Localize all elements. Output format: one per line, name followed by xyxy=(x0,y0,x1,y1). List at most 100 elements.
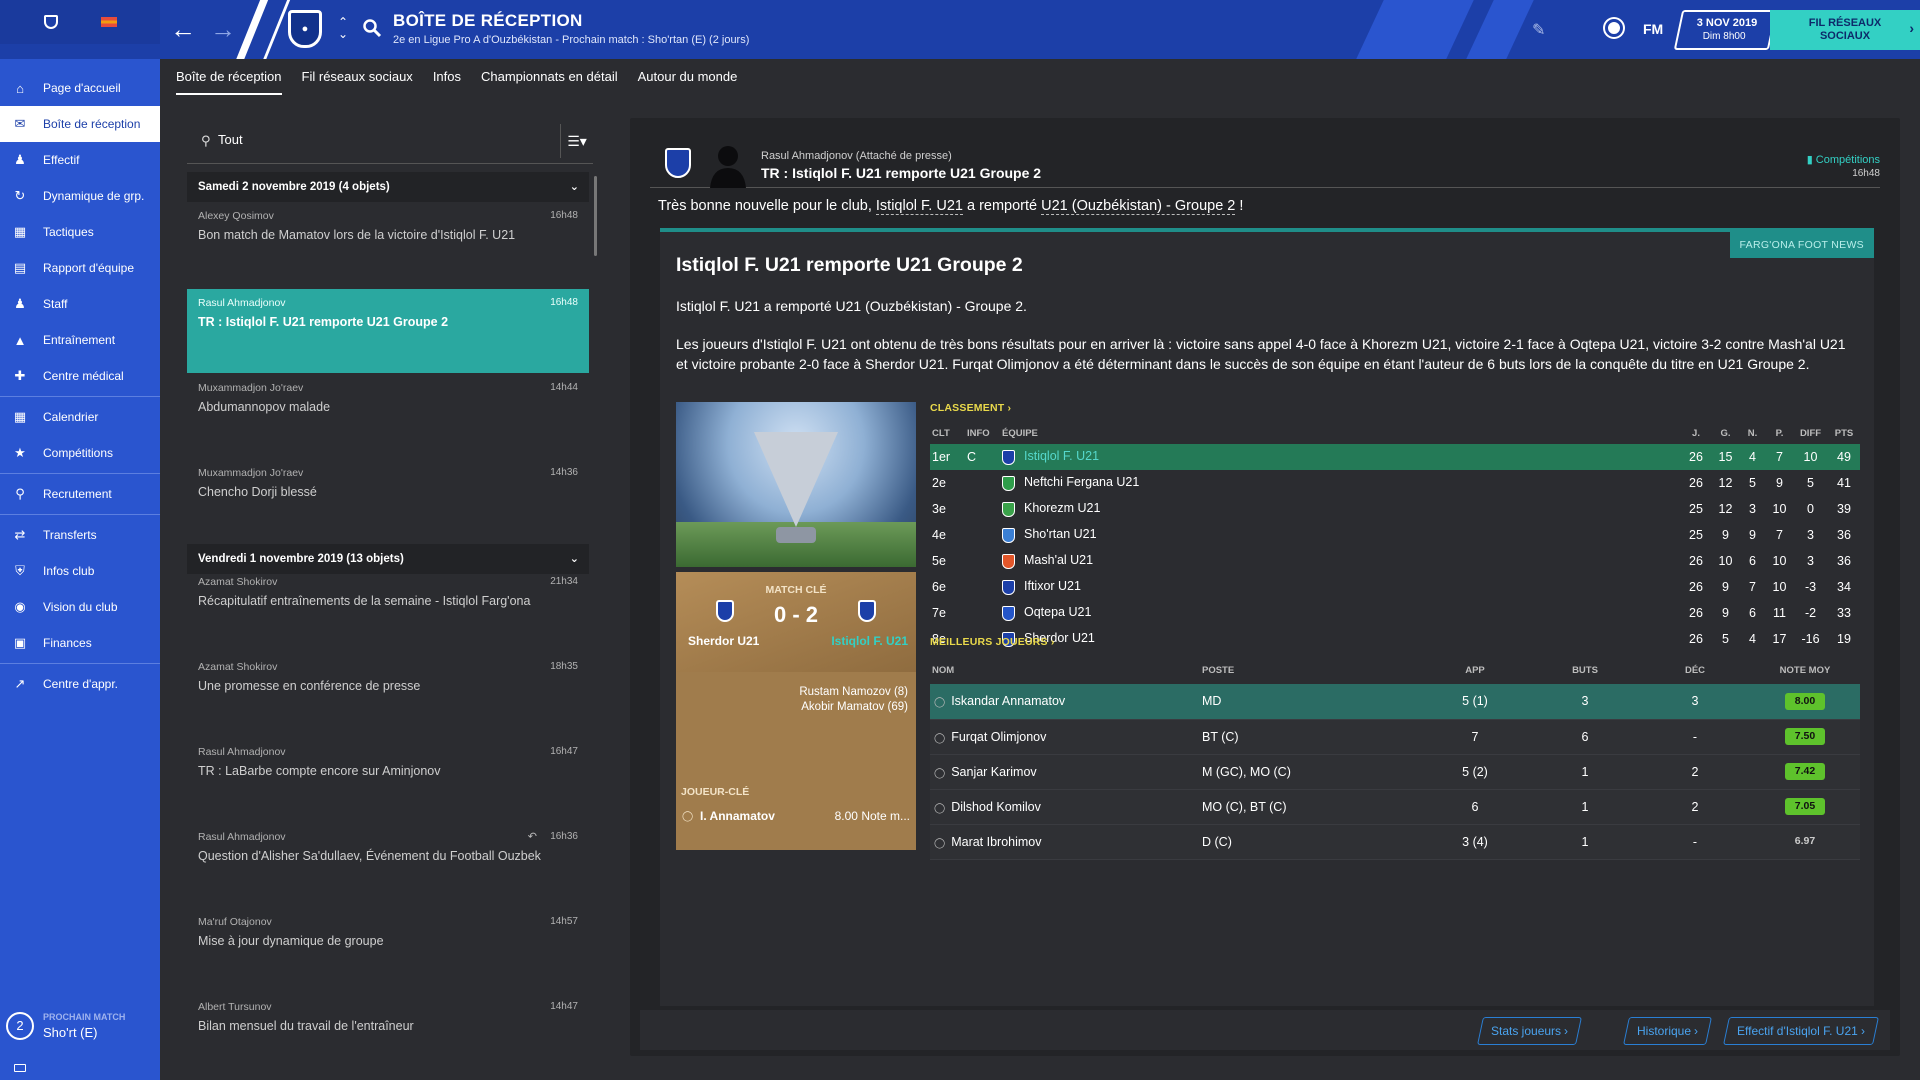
next-match-widget[interactable]: 2 PROCHAIN MATCH Sho'rt (E) xyxy=(0,1006,160,1046)
sidebar-item-home[interactable]: ⌂ Page d'accueil xyxy=(0,70,160,106)
player-name-text[interactable]: Sanjar Karimov xyxy=(951,765,1036,779)
sidebar-item-tactics[interactable]: ▦ Tactiques xyxy=(0,214,160,250)
tab-news[interactable]: Infos xyxy=(433,59,461,95)
inbox-message[interactable]: Azamat Shokirov 18h35 Une promesse en conf… xyxy=(187,653,589,737)
social-feed-button[interactable]: FIL RÉSEAUX SOCIAUX › xyxy=(1770,10,1920,50)
col-header[interactable]: N. xyxy=(1739,422,1766,444)
sidebar-item-transfers[interactable]: ⇄ Transferts xyxy=(0,517,160,553)
standing-team[interactable]: Iftixor U21 xyxy=(1000,574,1680,600)
col-header[interactable]: CLT xyxy=(930,422,965,444)
standings-row[interactable]: 5e Mash'al U21 26 10 6 10 3 36 xyxy=(930,548,1860,574)
sidebar-item-club-info[interactable]: ⛨ Infos club xyxy=(0,553,160,589)
inbox-message[interactable]: Rasul Ahmadjonov 16h47 TR : LaBarbe compte… xyxy=(187,738,589,822)
scorer[interactable]: Rustam Namozov (8) xyxy=(799,685,908,700)
club-squad-button[interactable]: Effectif d'Istiqlol F. U21 › xyxy=(1723,1017,1880,1045)
sidebar-item-scouting[interactable]: ⚲ Recrutement xyxy=(0,476,160,512)
team-name[interactable]: Istiqlol F. U21 xyxy=(1024,449,1099,463)
fm-logo[interactable]: FM xyxy=(1643,21,1663,37)
player-name-text[interactable]: Marat Ibrohimov xyxy=(951,835,1041,849)
chevron-down-icon[interactable]: ⌄ xyxy=(570,172,579,202)
continue-date-button[interactable]: 3 NOV 2019 Dim 8h00 xyxy=(1673,10,1778,50)
inbox-filter[interactable]: ⚲ Tout ☰▾ xyxy=(187,118,593,164)
standing-team[interactable]: Mash'al U21 xyxy=(1000,548,1680,574)
keyboard-icon[interactable] xyxy=(14,1064,26,1072)
col-header[interactable]: ÉQUIPE xyxy=(1000,422,1680,444)
player-name[interactable]: ◯ Marat Ibrohimov xyxy=(930,824,1200,860)
football-icon[interactable] xyxy=(1605,19,1623,37)
col-header[interactable]: INFO xyxy=(965,422,1000,444)
sender-avatar[interactable] xyxy=(708,140,748,188)
club-shield-icon[interactable] xyxy=(43,15,58,29)
inbox-message[interactable]: Muxammadjon Jo'raev 14h36 Chencho Dorji bl… xyxy=(187,459,589,543)
top-players-title[interactable]: MEILLEURS JOUEURS › xyxy=(930,636,1860,656)
sidebar-item-team-report[interactable]: ▤ Rapport d'équipe xyxy=(0,250,160,286)
nation-flag-icon[interactable] xyxy=(100,17,117,27)
sidebar-item-calendar[interactable]: ▦ Calendrier xyxy=(0,399,160,435)
sidebar-item-training[interactable]: ▲ Entraînement xyxy=(0,322,160,358)
sidebar-item-dynamics[interactable]: ↻ Dynamique de grp. xyxy=(0,178,160,214)
standings-row[interactable]: 7e Oqtepa U21 26 9 6 11 -2 33 xyxy=(930,600,1860,626)
player-row[interactable]: ◯ Furqat Olimjonov BT (C) 7 6- 7.50 xyxy=(930,719,1860,755)
inbox-message[interactable]: Azamat Shokirov 21h34 Récapitulatif entraî… xyxy=(187,568,589,652)
player-name[interactable]: ◯ Sanjar Karimov xyxy=(930,754,1200,790)
col-header[interactable]: DIFF xyxy=(1793,422,1828,444)
col-header[interactable]: PTS xyxy=(1828,422,1860,444)
history-button[interactable]: Historique › xyxy=(1623,1017,1713,1045)
player-row[interactable]: ◯ Dilshod Komilov MO (C), BT (C) 6 1 2 7.05 xyxy=(930,789,1860,825)
sidebar-item-staff[interactable]: ♟ Staff xyxy=(0,286,160,322)
club-link[interactable]: Istiqlol F. U21 xyxy=(875,198,963,215)
player-name[interactable]: ◯ Furqat Olimjonov xyxy=(930,719,1200,755)
player-row[interactable]: ◯ Marat Ibrohimov D (C) 3 (4) 1- 6.97 xyxy=(930,824,1860,860)
col-header[interactable]: DÉC xyxy=(1640,656,1750,684)
key-match-card[interactable]: MATCH CLÉ 0 - 2 Sherdor U21 Istiqlol F. … xyxy=(676,572,916,850)
sidebar-item-competitions[interactable]: ★ Compétitions xyxy=(0,435,160,471)
inbox-message[interactable]: Ma'ruf Otajonov 14h57 Mise à jour dynamiqu… xyxy=(187,908,589,992)
player-name[interactable]: ◯ Dilshod Komilov xyxy=(930,789,1200,825)
standings-row[interactable]: 6e Iftixor U21 26 9 7 10 -3 34 xyxy=(930,574,1860,600)
player-name[interactable]: ◯ Iskandar Annamatov xyxy=(930,684,1200,720)
message-sender[interactable]: Rasul Ahmadjonov (Attaché de presse) xyxy=(761,150,952,162)
key-player-name[interactable]: I. Annamatov xyxy=(700,809,775,823)
col-header[interactable]: P. xyxy=(1766,422,1793,444)
team-name[interactable]: Oqtepa U21 xyxy=(1024,605,1091,619)
sidebar-item-finances[interactable]: ▣ Finances xyxy=(0,625,160,661)
team-name[interactable]: Mash'al U21 xyxy=(1024,553,1093,567)
forward-button[interactable]: → xyxy=(208,14,238,44)
standing-team[interactable]: Sho'rtan U21 xyxy=(1000,522,1680,548)
tab-around-world[interactable]: Autour du monde xyxy=(638,59,738,95)
tab-social-feed[interactable]: Fil réseaux sociaux xyxy=(302,59,413,95)
inbox-message[interactable]: Muxammadjon Jo'raev 14h44 Abdumannopov mal… xyxy=(187,374,589,458)
standing-team[interactable]: Neftchi Fergana U21 xyxy=(1000,470,1680,496)
competition-link[interactable]: U21 (Ouzbékistan) - Groupe 2 xyxy=(1041,198,1236,215)
group-header[interactable]: Samedi 2 novembre 2019 (4 objets) ⌄ xyxy=(187,172,589,202)
standings-row[interactable]: 1er C Istiqlol F. U21 26 15 4 7 10 49 xyxy=(930,444,1860,470)
col-header[interactable]: POSTE xyxy=(1200,656,1420,684)
player-name-text[interactable]: Furqat Olimjonov xyxy=(951,730,1046,744)
standings-row[interactable]: 3e Khorezm U21 25 12 3 10 0 39 xyxy=(930,496,1860,522)
team-name[interactable]: Sho'rtan U21 xyxy=(1024,527,1097,541)
standings-title[interactable]: CLASSEMENT › xyxy=(930,402,1860,422)
sidebar-item-dev-centre[interactable]: ↗ Centre d'appr. xyxy=(0,666,160,702)
player-name-text[interactable]: Iskandar Annamatov xyxy=(951,694,1065,708)
player-row[interactable]: ◯ Sanjar Karimov M (GC), MO (C) 5 (2) 1 2 7.42 xyxy=(930,754,1860,790)
message-category[interactable]: ▮ Compétitions xyxy=(1807,153,1880,166)
inbox-message[interactable]: Alexey Qosimov 16h48 Bon match de Mamatov … xyxy=(187,202,589,286)
team-name[interactable]: Khorezm U21 xyxy=(1024,501,1100,515)
inbox-message[interactable]: Albert Tursunov 14h47 Bilan mensuel du tra… xyxy=(187,993,589,1077)
col-header[interactable]: J. xyxy=(1680,422,1712,444)
inbox-message[interactable]: Rasul Ahmadjonov 16h36 ↶ Question d'Alisher… xyxy=(187,823,589,907)
sidebar-item-club-vision[interactable]: ◉ Vision du club xyxy=(0,589,160,625)
standing-team[interactable]: Istiqlol F. U21 xyxy=(1000,444,1680,470)
col-header[interactable]: NOTE MOY xyxy=(1750,656,1860,684)
standings-row[interactable]: 4e Sho'rtan U21 25 9 9 7 3 36 xyxy=(930,522,1860,548)
sidebar-item-medical[interactable]: ✚ Centre médical xyxy=(0,358,160,394)
tab-league-detail[interactable]: Championnats en détail xyxy=(481,59,618,95)
col-header[interactable]: BUTS xyxy=(1530,656,1640,684)
filter-menu-button[interactable]: ☰▾ xyxy=(560,124,593,158)
club-badge-icon[interactable]: ● xyxy=(288,10,322,48)
sidebar-item-squad[interactable]: ♟ Effectif xyxy=(0,142,160,178)
pencil-icon[interactable]: ✎ xyxy=(1532,20,1545,40)
key-match-away[interactable]: Istiqlol F. U21 xyxy=(831,634,908,648)
key-match-home[interactable]: Sherdor U21 xyxy=(688,634,759,648)
col-header[interactable]: NOM xyxy=(930,656,1200,684)
